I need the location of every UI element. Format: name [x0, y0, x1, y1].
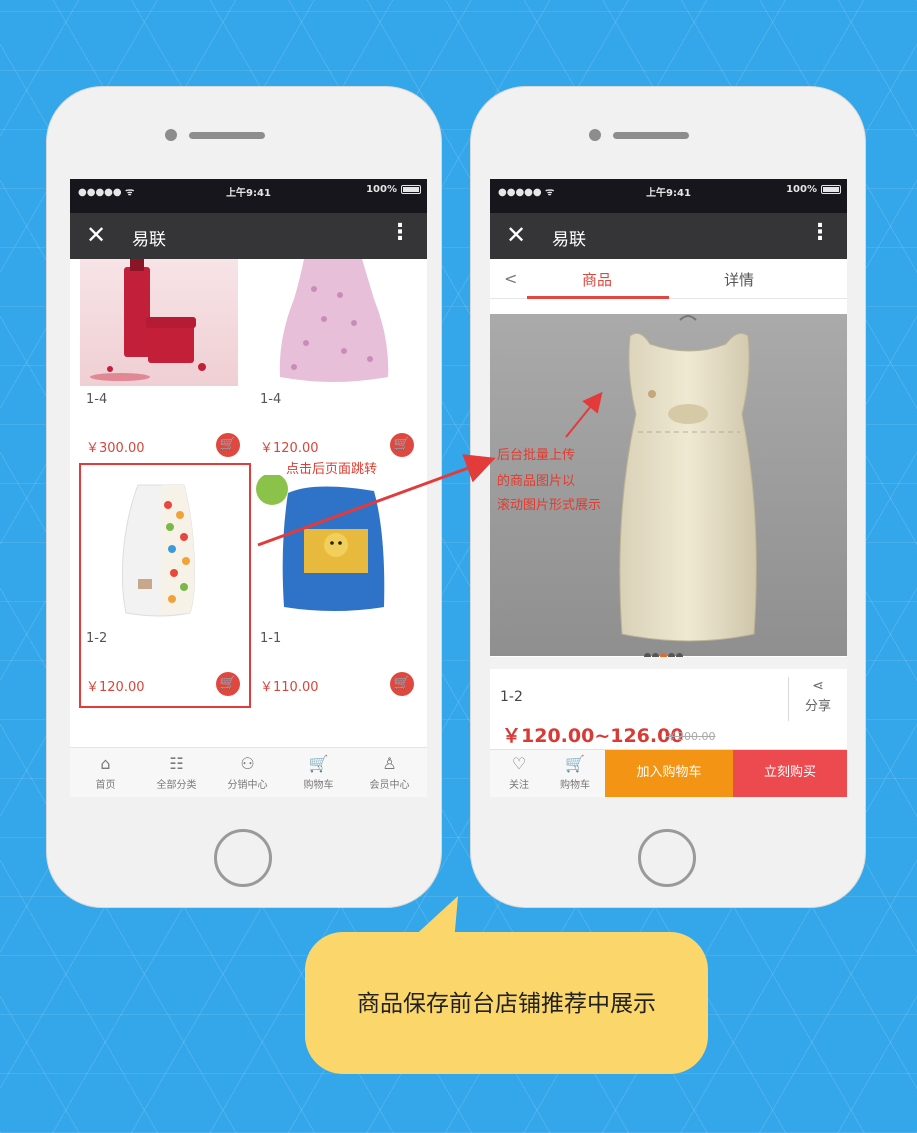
caption-text: 商品保存前台店铺推荐中展示 [357, 991, 656, 1017]
upload-annotation-line-3: 滚动图片形式展示 [497, 498, 602, 513]
jump-annotation: 点击后页面跳转 [286, 462, 378, 477]
upload-annotation-line-2: 的商品图片以 [497, 474, 576, 489]
gallery-arrow [565, 391, 603, 438]
caption-bubble: 商品保存前台店铺推荐中展示 [305, 932, 708, 1074]
upload-annotation-line-1: 后台批量上传 [497, 448, 576, 463]
